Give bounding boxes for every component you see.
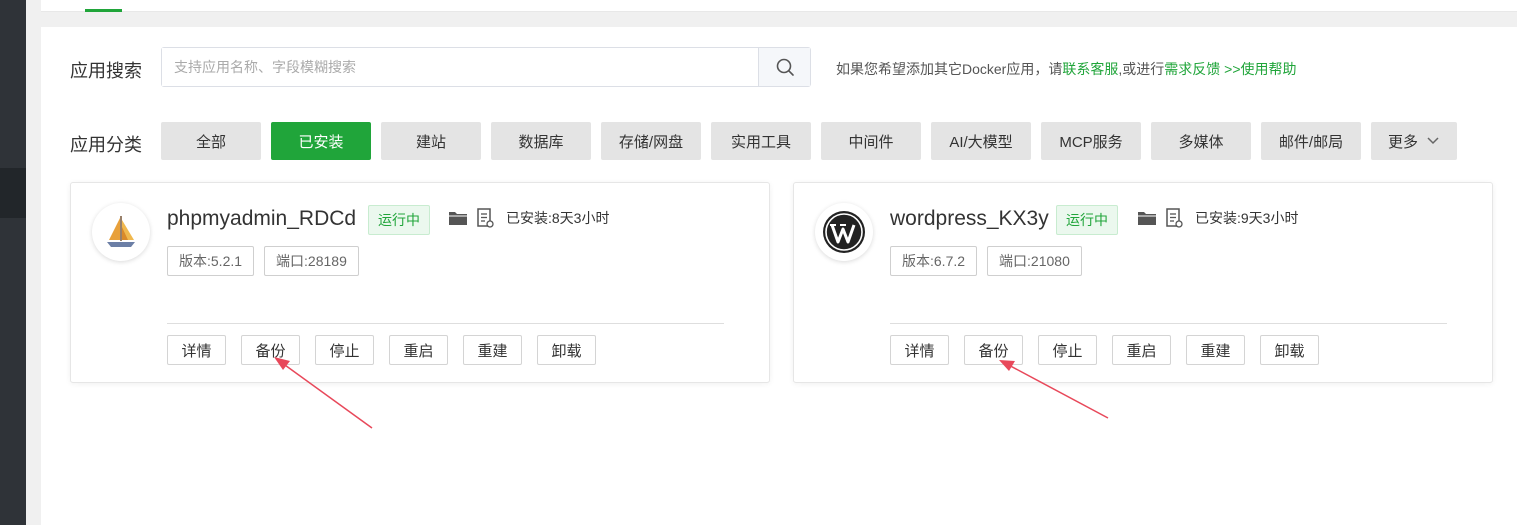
version-tag: 版本:6.7.2 xyxy=(890,246,978,276)
search-button[interactable] xyxy=(758,48,810,86)
phpmyadmin-sailboat-icon xyxy=(92,203,150,261)
category-all[interactable]: 全部 xyxy=(161,122,261,160)
app-store-panel: 应用搜索 如果您希望添加其它Docker应用，请联系客服,或进行需求反馈 >>使… xyxy=(41,27,1517,525)
stop-button[interactable]: 停止 xyxy=(1038,335,1097,365)
category-mcp[interactable]: MCP服务 xyxy=(1041,122,1141,160)
help-text: 如果您希望添加其它Docker应用，请联系客服,或进行需求反馈 >>使用帮助 xyxy=(836,59,1297,79)
details-button[interactable]: 详情 xyxy=(167,335,226,365)
card-divider xyxy=(167,323,724,324)
app-card-phpmyadmin: phpmyadmin_RDCd 运行中 已安装:8天3小时 版本:5.2.1 端… xyxy=(70,182,770,383)
category-label: 应用分类 xyxy=(70,135,142,155)
uninstall-button[interactable]: 卸载 xyxy=(1260,335,1319,365)
folder-icon[interactable] xyxy=(1137,210,1157,226)
app-tags: 版本:6.7.2 端口:21080 xyxy=(890,246,1082,276)
search-icon xyxy=(776,58,794,76)
category-tabs: 全部 已安装 建站 数据库 存储/网盘 实用工具 中间件 AI/大模型 MCP服… xyxy=(161,122,1457,160)
top-tab-bar xyxy=(41,0,1517,12)
port-tag: 端口:21080 xyxy=(987,246,1082,276)
category-tools[interactable]: 实用工具 xyxy=(711,122,811,160)
stop-button[interactable]: 停止 xyxy=(315,335,374,365)
left-sidebar xyxy=(0,0,26,525)
port-tag: 端口:28189 xyxy=(264,246,359,276)
backup-button[interactable]: 备份 xyxy=(241,335,300,365)
chevron-down-icon xyxy=(1427,137,1439,145)
category-more-dropdown[interactable]: 更多 xyxy=(1371,122,1457,160)
restart-button[interactable]: 重启 xyxy=(389,335,448,365)
usage-help-link[interactable]: 使用帮助 xyxy=(1241,61,1297,77)
category-database[interactable]: 数据库 xyxy=(491,122,591,160)
active-tab-indicator xyxy=(85,9,122,12)
status-badge: 运行中 xyxy=(1056,205,1118,235)
app-card-wordpress: wordpress_KX3y 运行中 已安装:9天3小时 版本:6.7.2 端口… xyxy=(793,182,1493,383)
category-middleware[interactable]: 中间件 xyxy=(821,122,921,160)
app-meta: 已安装:8天3小时 xyxy=(448,208,609,228)
feedback-link[interactable]: 需求反馈 xyxy=(1164,61,1220,77)
search-box xyxy=(161,47,811,87)
app-name[interactable]: phpmyadmin_RDCd xyxy=(167,207,356,231)
app-meta: 已安装:9天3小时 xyxy=(1137,208,1298,228)
category-website[interactable]: 建站 xyxy=(381,122,481,160)
category-storage[interactable]: 存储/网盘 xyxy=(601,122,701,160)
uninstall-button[interactable]: 卸载 xyxy=(537,335,596,365)
category-installed[interactable]: 已安装 xyxy=(271,122,371,160)
installed-duration: 已安装:9天3小时 xyxy=(1195,210,1299,226)
help-prefix: 如果您希望添加其它Docker应用，请 xyxy=(836,61,1063,77)
backup-button[interactable]: 备份 xyxy=(964,335,1023,365)
category-ai[interactable]: AI/大模型 xyxy=(931,122,1031,160)
sidebar-active-item[interactable] xyxy=(0,168,26,218)
status-badge: 运行中 xyxy=(368,205,430,235)
help-arrows: >> xyxy=(1220,61,1241,77)
log-file-icon[interactable] xyxy=(476,208,494,228)
help-middle: ,或进行 xyxy=(1118,61,1165,77)
more-label: 更多 xyxy=(1387,133,1418,151)
log-file-icon[interactable] xyxy=(1165,208,1183,228)
rebuild-button[interactable]: 重建 xyxy=(1186,335,1245,365)
wordpress-logo-icon xyxy=(815,203,873,261)
installed-duration: 已安装:8天3小时 xyxy=(506,210,610,226)
folder-icon[interactable] xyxy=(448,210,468,226)
rebuild-button[interactable]: 重建 xyxy=(463,335,522,365)
app-tags: 版本:5.2.1 端口:28189 xyxy=(167,246,359,276)
app-name[interactable]: wordpress_KX3y xyxy=(890,207,1049,231)
app-actions: 详情 备份 停止 重启 重建 卸载 xyxy=(167,335,596,365)
category-mail[interactable]: 邮件/邮局 xyxy=(1261,122,1361,160)
category-media[interactable]: 多媒体 xyxy=(1151,122,1251,160)
search-input[interactable] xyxy=(162,48,758,86)
card-divider xyxy=(890,323,1447,324)
app-actions: 详情 备份 停止 重启 重建 卸载 xyxy=(890,335,1319,365)
details-button[interactable]: 详情 xyxy=(890,335,949,365)
version-tag: 版本:5.2.1 xyxy=(167,246,255,276)
restart-button[interactable]: 重启 xyxy=(1112,335,1171,365)
search-label: 应用搜索 xyxy=(70,61,142,81)
contact-support-link[interactable]: 联系客服 xyxy=(1062,61,1118,77)
